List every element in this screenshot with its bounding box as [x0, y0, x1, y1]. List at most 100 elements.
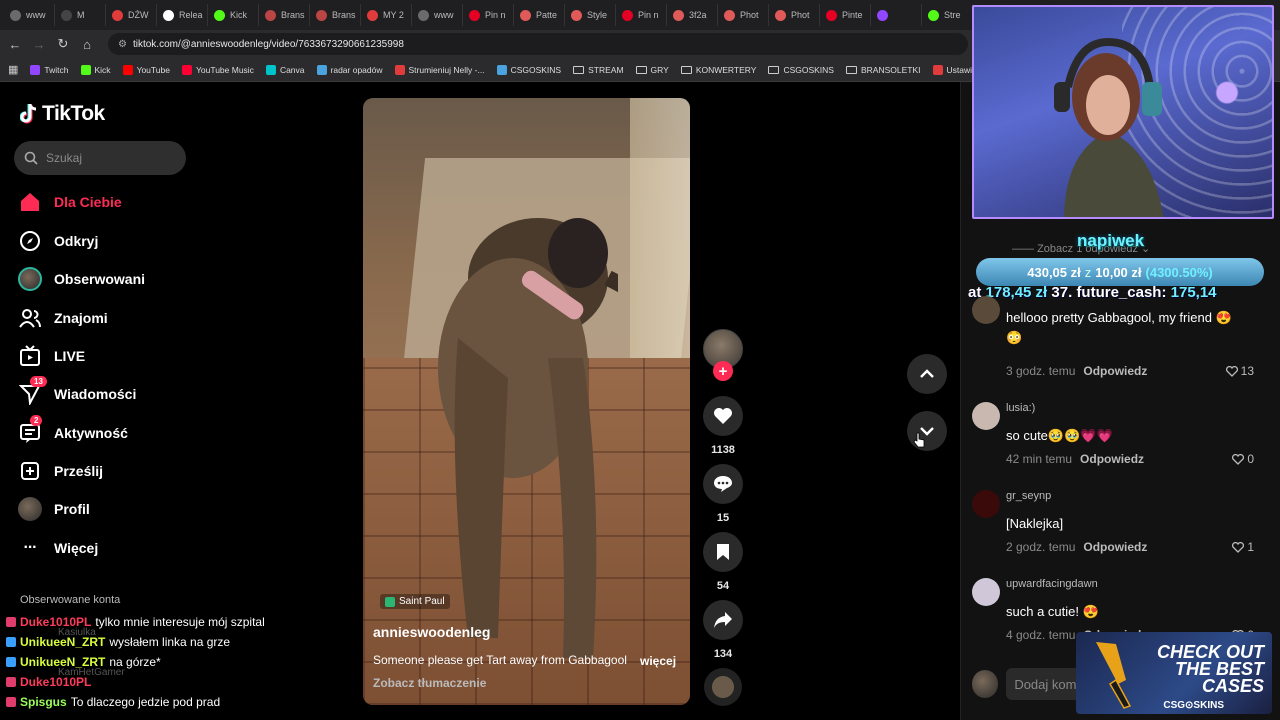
tab-favicon-icon: [928, 9, 939, 21]
previous-video-button[interactable]: [907, 354, 947, 394]
search-input[interactable]: Szukaj: [14, 141, 186, 175]
like-button[interactable]: [703, 396, 743, 436]
tab-favicon-icon: [571, 9, 582, 21]
reload-icon[interactable]: ↻: [54, 35, 72, 53]
browser-tab[interactable]: Pinte: [820, 4, 871, 26]
bookmark-item[interactable]: BRANSOLETKI: [845, 65, 921, 75]
commenter-name[interactable]: gr_seynp: [1006, 490, 1051, 502]
browser-tab[interactable]: [871, 4, 922, 26]
bookmark-label: Kick: [94, 64, 111, 75]
video-player[interactable]: [363, 98, 690, 705]
apps-grid-icon[interactable]: ▦: [8, 63, 18, 76]
address-bar[interactable]: ⚙ tiktok.com/@annieswoodenleg/video/7633…: [108, 33, 968, 55]
tiktok-logo[interactable]: TikTok: [20, 102, 105, 126]
music-disc-icon[interactable]: [704, 668, 742, 706]
followed-accounts-title: Obserwowane konta: [20, 594, 121, 606]
browser-tab[interactable]: 3f2a: [667, 4, 718, 26]
comment-count: 15: [716, 512, 730, 524]
reply-link[interactable]: Odpowiedz: [1083, 540, 1147, 554]
browser-tab[interactable]: Pin n: [463, 4, 514, 26]
save-button[interactable]: [703, 532, 743, 572]
nav-label: Aktywność: [54, 425, 128, 441]
browser-tab[interactable]: www: [412, 4, 463, 26]
back-icon[interactable]: ←: [6, 35, 24, 53]
nav-label: Odkryj: [54, 233, 99, 249]
commenter-avatar[interactable]: [972, 578, 1000, 606]
tab-label: Phot: [791, 10, 810, 20]
nav-item-upload[interactable]: Prześlij: [18, 459, 103, 483]
tab-favicon-icon: [112, 9, 123, 21]
browser-tab[interactable]: Relea: [157, 4, 208, 26]
comment-like-button[interactable]: 1: [1232, 540, 1254, 554]
site-info-icon[interactable]: ⚙: [118, 39, 127, 50]
nav-item-home[interactable]: Dla Ciebie: [18, 190, 122, 214]
nav-item-more-dots[interactable]: ··· Więcej: [18, 536, 99, 560]
bookmark-item[interactable]: YouTube: [122, 64, 170, 75]
browser-tab[interactable]: Style: [565, 4, 616, 26]
commenter-avatar[interactable]: [972, 402, 1000, 430]
home-button-icon[interactable]: ⌂: [78, 35, 96, 53]
comment-action[interactable]: 15: [703, 464, 743, 524]
browser-tab[interactable]: Phot: [718, 4, 769, 26]
nav-item-messages[interactable]: 13 Wiadomości: [18, 376, 136, 406]
forward-icon[interactable]: →: [30, 35, 48, 53]
nav-item-live-tv[interactable]: LIVE: [18, 344, 85, 368]
reply-link[interactable]: Odpowiedz: [1083, 364, 1147, 378]
csgoskins-ad-banner[interactable]: CHECK OUT THE BEST CASES CSG⊙SKINS: [1076, 632, 1272, 714]
bookmark-item[interactable]: CSGOSKINS: [768, 65, 834, 75]
browser-tab[interactable]: DŹW: [106, 4, 157, 26]
add-comment-input[interactable]: Dodaj kom: [1006, 668, 1082, 700]
commenter-name[interactable]: lusia:): [1006, 402, 1035, 414]
commenter-name[interactable]: upwardfacingdawn: [1006, 578, 1098, 590]
bookmark-item[interactable]: Strumieniuj Nelly -...: [394, 64, 485, 75]
nav-item-avatar[interactable]: Obserwowani: [18, 267, 145, 291]
location-tag[interactable]: Saint Paul: [380, 594, 450, 609]
browser-tab[interactable]: Brans: [259, 4, 310, 26]
bookmark-label: Strumieniuj Nelly -...: [408, 64, 485, 75]
browser-tab[interactable]: Stre: [922, 4, 973, 26]
comment-like-button[interactable]: 13: [1225, 364, 1254, 378]
bookmark-item[interactable]: Canva: [265, 64, 305, 75]
share-arrow-icon: [714, 612, 732, 628]
reply-link[interactable]: Odpowiedz: [1080, 452, 1144, 466]
translate-link[interactable]: Zobacz tłumaczenie: [373, 676, 486, 690]
nav-item-compass[interactable]: Odkryj: [18, 229, 98, 253]
bookmark-item[interactable]: GRY: [635, 65, 669, 75]
like-action[interactable]: 1138: [703, 396, 743, 456]
comment-button[interactable]: [703, 464, 743, 504]
caption-more-link[interactable]: więcej: [640, 654, 676, 668]
browser-tab[interactable]: www: [4, 4, 55, 26]
nav-item-profile-avatar[interactable]: Profil: [18, 497, 90, 521]
bookmark-item[interactable]: Kick: [80, 64, 111, 75]
browser-tab[interactable]: Phot: [769, 4, 820, 26]
bookmark-item[interactable]: CSGOSKINS: [496, 64, 561, 75]
share-button[interactable]: [703, 600, 743, 640]
bookmark-item[interactable]: radar opadów: [316, 64, 383, 75]
browser-tab[interactable]: MY 2: [361, 4, 412, 26]
location-text: Saint Paul: [399, 596, 445, 607]
nav-item-friends[interactable]: Znajomi: [18, 306, 108, 330]
browser-tab[interactable]: M: [55, 4, 106, 26]
tip-amount: 430,05 zł: [1027, 264, 1081, 280]
bookmark-item[interactable]: KONWERTERY: [680, 65, 756, 75]
commenter-avatar[interactable]: [972, 296, 1000, 324]
browser-tab[interactable]: Pin n: [616, 4, 667, 26]
video-author[interactable]: annieswoodenleg: [373, 624, 490, 640]
browser-tab[interactable]: Kick: [208, 4, 259, 26]
tab-favicon-icon: [10, 9, 21, 21]
share-action[interactable]: 134: [703, 600, 743, 660]
bookmark-item[interactable]: STREAM: [573, 65, 624, 75]
tiktok-wordmark: TikTok: [42, 102, 105, 125]
commenter-avatar[interactable]: [972, 490, 1000, 518]
browser-tab[interactable]: Brans: [310, 4, 361, 26]
avatar-icon: [18, 267, 42, 291]
nav-item-activity[interactable]: 2 Aktywność: [18, 415, 128, 445]
browser-tab[interactable]: Patte: [514, 4, 565, 26]
comment-like-button[interactable]: 0: [1232, 452, 1254, 466]
bookmark-item[interactable]: Twitch: [30, 64, 69, 75]
save-action[interactable]: 54: [703, 532, 743, 592]
chat-badge-icon: [6, 677, 16, 687]
bookmark-item[interactable]: YouTube Music: [181, 64, 254, 75]
follow-plus-button[interactable]: +: [713, 361, 733, 381]
tip-label: napiwek: [1077, 231, 1145, 250]
